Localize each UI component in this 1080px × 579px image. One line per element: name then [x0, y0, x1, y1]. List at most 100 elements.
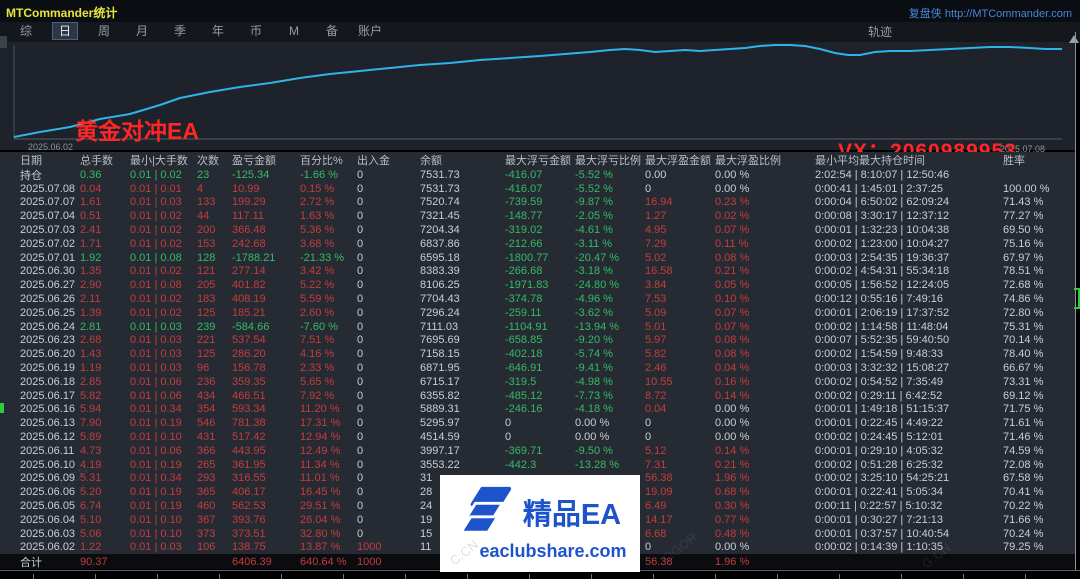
table-row[interactable]: 2025.06.272.900.01 | 0.08205401.825.22 %… [0, 278, 1075, 292]
table-row[interactable]: 2025.06.137.900.01 | 0.19546781.3817.31 … [0, 416, 1075, 430]
titlebar-link[interactable]: 复盘侠 http://MTCommander.com [909, 5, 1072, 21]
cell: 0.00 % [575, 417, 645, 429]
table-row[interactable]: 2025.06.114.730.01 | 0.06366443.9512.49 … [0, 444, 1075, 458]
cell: 0.01 | 0.03 [130, 348, 197, 360]
cell: 1.39 [80, 307, 130, 319]
cell: 0 [357, 238, 420, 250]
timeline-tick [157, 574, 158, 579]
cell: 3.42 % [300, 265, 357, 277]
table-row[interactable]: 2025.06.175.820.01 | 0.06434466.517.92 %… [0, 389, 1075, 403]
cell: 0 [357, 279, 420, 291]
cell: 7520.74 [420, 196, 505, 208]
cell: 0.01 | 0.03 [130, 362, 197, 374]
cell: -24.80 % [575, 279, 645, 291]
cell: 2025.06.02 [20, 541, 80, 553]
cell: 537.54 [232, 334, 300, 346]
cell: 0.01 | 0.02 [130, 224, 197, 236]
table-row[interactable]: 2025.06.232.680.01 | 0.03221537.547.51 %… [0, 334, 1075, 348]
menu-item-周[interactable]: 周 [92, 22, 116, 40]
table-row[interactable]: 2025.06.182.850.01 | 0.06236359.355.65 %… [0, 375, 1075, 389]
table-row[interactable]: 2025.07.040.510.01 | 0.0244117.111.63 %0… [0, 209, 1075, 223]
table-row[interactable]: 2025.07.080.040.01 | 0.01410.990.15 %075… [0, 182, 1075, 196]
menu-item-账户[interactable]: 账户 [358, 22, 382, 40]
cell: 7704.43 [420, 293, 505, 305]
cell: 5.10 [80, 514, 130, 526]
cell: 0 [357, 183, 420, 195]
menu-item-track[interactable]: 轨迹 [868, 23, 892, 41]
cell: 0.15 % [300, 183, 357, 195]
cell: 0:00:05 | 1:56:52 | 12:24:05 [815, 279, 1003, 291]
left-scroll-notch[interactable] [0, 36, 7, 48]
table-row[interactable]: 2025.06.165.940.01 | 0.34354593.3411.20 … [0, 403, 1075, 417]
cell: -148.77 [505, 210, 575, 222]
menu-item-季[interactable]: 季 [168, 22, 192, 40]
cell: 0 [357, 334, 420, 346]
cell: 239 [197, 321, 232, 333]
table-row[interactable]: 2025.07.011.920.01 | 0.08128-1788.21-21.… [0, 251, 1075, 265]
cell: 75.31 % [1003, 321, 1060, 333]
cell: -21.33 % [300, 252, 357, 264]
cell: 2025.06.20 [20, 348, 80, 360]
cell: 5.89 [80, 431, 130, 443]
cell: 77.27 % [1003, 210, 1060, 222]
cell: 2025.07.07 [20, 196, 80, 208]
cell: 0.14 % [715, 390, 815, 402]
table-row[interactable]: 2025.06.104.190.01 | 0.19265361.9511.34 … [0, 458, 1075, 472]
cell: 5889.31 [420, 403, 505, 415]
cell: 72.68 % [1003, 279, 1060, 291]
cell: 0:00:02 | 0:51:28 | 6:25:32 [815, 459, 1003, 471]
cell: 0.68 % [715, 486, 815, 498]
cell: 0:00:03 | 2:54:35 | 19:36:37 [815, 252, 1003, 264]
menu-item-日[interactable]: 日 [52, 22, 78, 40]
cell: 0.01 | 0.06 [130, 445, 197, 457]
cell: 366 [197, 445, 232, 457]
menu-item-综[interactable]: 综 [14, 22, 38, 40]
cell: 6715.17 [420, 376, 505, 388]
cell: 1.71 [80, 238, 130, 250]
cell: 0:00:02 | 4:54:31 | 55:34:18 [815, 265, 1003, 277]
cell: 460 [197, 500, 232, 512]
cell: 2.85 [80, 376, 130, 388]
cell: 11.20 % [300, 403, 357, 415]
scroll-arrow-icon[interactable] [1069, 35, 1079, 43]
cell: 781.38 [232, 417, 300, 429]
cell: 0.16 % [715, 376, 815, 388]
table-row[interactable]: 2025.06.251.390.01 | 0.02125185.212.60 %… [0, 306, 1075, 320]
table-row[interactable]: 2025.06.242.810.01 | 0.03239-584.66-7.60… [0, 320, 1075, 334]
table-row[interactable]: 2025.06.201.430.01 | 0.03125286.204.16 %… [0, 347, 1075, 361]
cell: 6595.18 [420, 252, 505, 264]
table-row[interactable]: 2025.07.032.410.01 | 0.02200366.485.36 %… [0, 223, 1075, 237]
cell: 0.01 | 0.02 [130, 169, 197, 181]
menu-item-月[interactable]: 月 [130, 22, 154, 40]
cell: -13.94 % [575, 321, 645, 333]
table-row[interactable]: 2025.07.021.710.01 | 0.02153242.683.68 %… [0, 237, 1075, 251]
menu-item-M[interactable]: M [282, 22, 306, 40]
cell: 0.01 | 0.03 [130, 541, 197, 553]
cell: 74.86 % [1003, 293, 1060, 305]
cell: 205 [197, 279, 232, 291]
cell: 0 [357, 514, 420, 526]
cell: 2025.06.27 [20, 279, 80, 291]
faint-mark: C.CN [447, 537, 481, 568]
cell: 78.51 % [1003, 265, 1060, 277]
cell: 431 [197, 431, 232, 443]
cell: 5.36 % [300, 224, 357, 236]
cell: 11.01 % [300, 472, 357, 484]
menu-item-年[interactable]: 年 [206, 22, 230, 40]
table-row[interactable]: 2025.06.191.190.01 | 0.0396156.782.33 %0… [0, 361, 1075, 375]
table-row[interactable]: 2025.06.301.350.01 | 0.02121277.143.42 %… [0, 265, 1075, 279]
cell: 70.22 % [1003, 500, 1060, 512]
table-row[interactable]: 2025.06.262.110.01 | 0.02183408.195.59 %… [0, 292, 1075, 306]
menu-item-币[interactable]: 币 [244, 22, 268, 40]
menu-item-备[interactable]: 备 [320, 22, 344, 40]
table-row[interactable]: 2025.06.125.890.01 | 0.10431517.4212.94 … [0, 430, 1075, 444]
watermark-title: 精品EA [523, 491, 621, 533]
position-row[interactable]: 持仓0.360.01 | 0.0223-125.34-1.66 %07531.7… [0, 168, 1075, 182]
cell: 0.05 % [715, 279, 815, 291]
cell: 96 [197, 362, 232, 374]
cell: -1788.21 [232, 252, 300, 264]
cell: 7296.24 [420, 307, 505, 319]
cell: 1.27 [645, 210, 715, 222]
cell: -9.87 % [575, 196, 645, 208]
table-row[interactable]: 2025.07.071.610.01 | 0.03133199.292.72 %… [0, 196, 1075, 210]
